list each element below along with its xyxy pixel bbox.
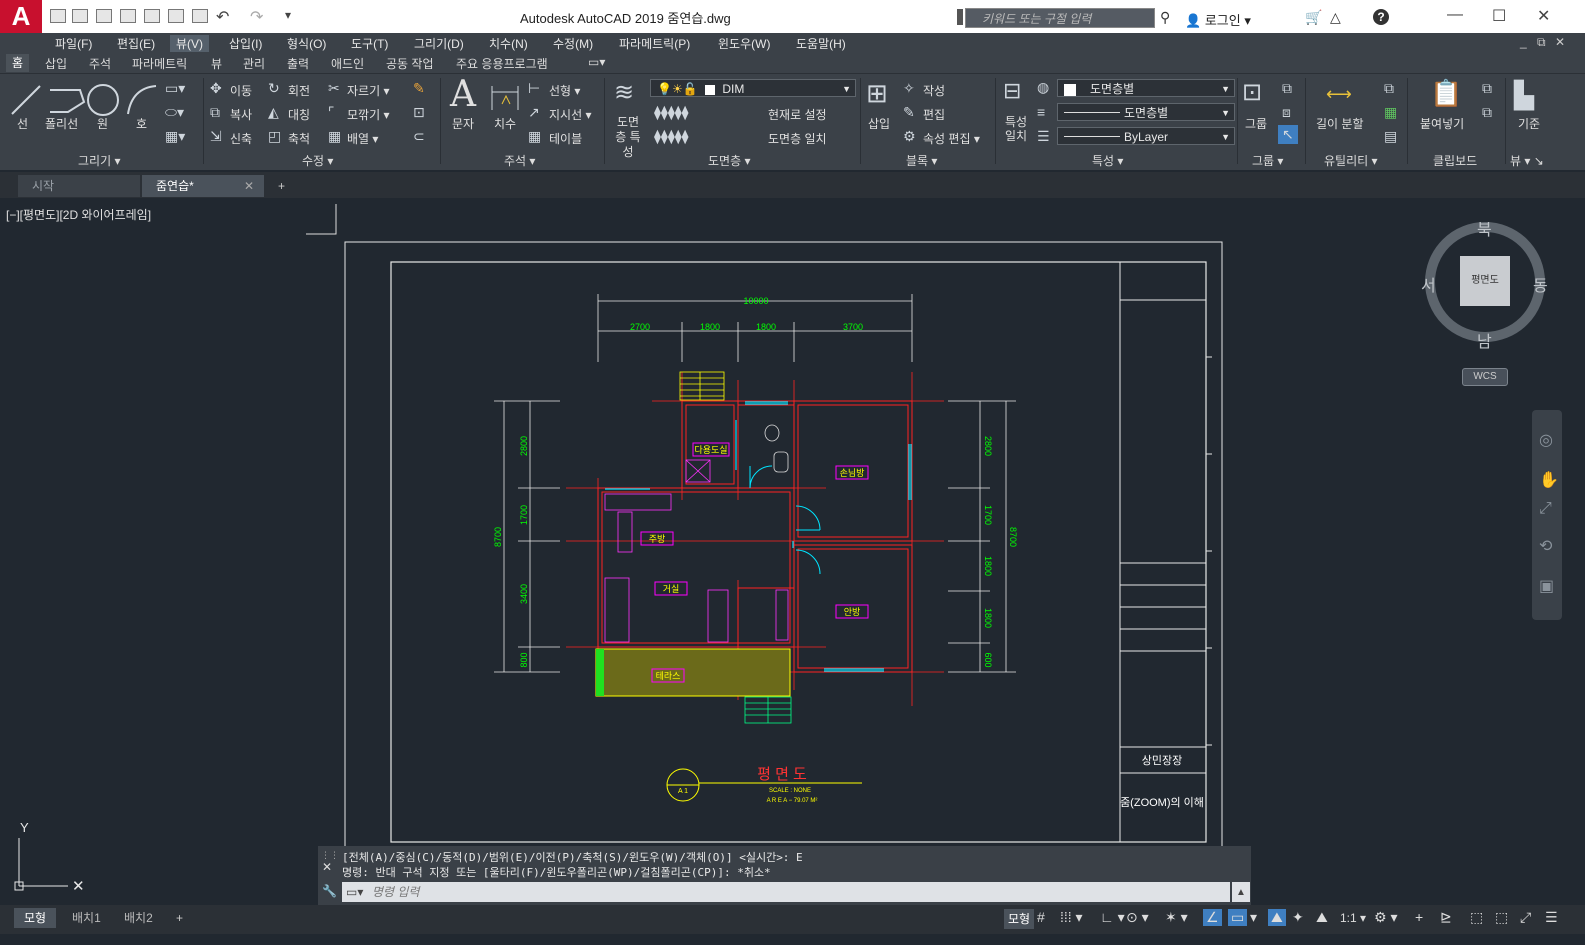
compass-east[interactable]: 동 [1533, 272, 1548, 296]
dim-right: 1700 [983, 505, 993, 525]
room-label: 손님방 [840, 468, 865, 478]
dim-top: 2700 [630, 322, 650, 332]
dim-left: 800 [519, 652, 529, 667]
grid-icon[interactable]: # [1037, 909, 1045, 925]
workspace-gear-icon[interactable]: ⚙ ▾ [1374, 909, 1397, 926]
drawing-title: 평 면 도 [757, 766, 807, 783]
ortho-icon[interactable]: ∟ ▾ [1100, 909, 1125, 926]
dim-top-total: 10000 [743, 296, 768, 306]
command-prompt-icon[interactable]: ▭▾ [346, 882, 363, 902]
layout-tab-2[interactable]: 배치2 [114, 908, 163, 928]
model-space-button[interactable]: 모형 [1004, 909, 1035, 929]
customization-menu-icon[interactable]: ☰ [1545, 909, 1558, 926]
isolate-objects-icon[interactable]: ⬚ [1470, 909, 1483, 926]
layout-tab-model[interactable]: 모형 [14, 908, 57, 928]
room-label: 주방 [649, 534, 666, 544]
orbit-icon[interactable]: ⟲ [1539, 536, 1552, 556]
dim-right-total: 8700 [1008, 527, 1018, 547]
dim-right: 1800 [983, 556, 993, 576]
dim-right: 600 [983, 652, 993, 667]
dim-left: 1700 [519, 505, 529, 525]
status-bar: 모형 배치1 배치2 + 모형 # ⁞⁞⁞ ▾ ∟ ▾ ⊙ ▾ ✶ ▾ ∠ ▭ … [0, 905, 1585, 934]
command-history-line: 명령: 반대 구석 지정 또는 [울타리(F)/윈도우폴리곤(WP)/걸침폴리곤… [342, 866, 771, 879]
title-callout: A 1 [678, 788, 688, 795]
dim-top: 1800 [700, 322, 720, 332]
viewcube-face[interactable]: 평면도 [1460, 256, 1510, 306]
polar-icon[interactable]: ⊙ ▾ [1126, 909, 1149, 926]
room-label: 거실 [663, 584, 680, 594]
isodraft-icon[interactable]: ✶ ▾ [1165, 909, 1188, 926]
terrace-hatch [595, 648, 791, 697]
drawing-area: A R E A − 79.07 M² [767, 798, 818, 804]
navigation-bar: ◎ ✋ ⤢ ⟲ ▣ [1532, 410, 1562, 620]
dim-left: 2800 [519, 436, 529, 456]
annotation-visibility-icon[interactable]: ⛰ [1268, 909, 1286, 926]
annotation-scale-icon[interactable]: ⛰ [1316, 909, 1328, 926]
snap-icon[interactable]: ⁞⁞⁞ ▾ [1060, 909, 1083, 926]
command-close-icon[interactable]: ✕ [322, 860, 332, 874]
floor-plan-drawing: 상민장장 줌(ZOOM)의 이해 10000 2700 1800 1800 37… [14, 204, 1223, 895]
command-history-line: [전체(A)/중심(C)/동적(D)/범위(E)/이전(P)/축척(S)/윈도우… [342, 851, 803, 864]
dim-right: 2800 [983, 436, 993, 456]
compass-west[interactable]: 서 [1421, 272, 1436, 296]
showmotion-icon[interactable]: ▣ [1539, 576, 1554, 596]
steering-wheel-icon[interactable]: ◎ [1539, 430, 1553, 450]
command-customize-icon[interactable]: 🔧 [322, 884, 337, 898]
units-icon[interactable]: ⊵ [1440, 909, 1452, 926]
command-input[interactable]: ▭▾ 명령 입력 [342, 882, 1230, 902]
ucs-x-label: ✕ [72, 878, 85, 895]
auto-scale-icon[interactable]: ✦ [1292, 909, 1304, 926]
compass-south[interactable]: 남 [1477, 328, 1492, 352]
object-snap-icon[interactable]: ▭ [1228, 909, 1248, 926]
clean-screen-icon[interactable]: ⤢ [1520, 909, 1531, 926]
titleblock-company: 상민장장 [1142, 754, 1182, 767]
command-history: [전체(A)/중심(C)/동적(D)/범위(E)/이전(P)/축척(S)/윈도우… [342, 850, 803, 880]
annotation-scale-dropdown[interactable]: 1:1 ▾ [1340, 911, 1366, 925]
annotation-monitor-icon[interactable]: + [1415, 909, 1423, 925]
add-layout-button[interactable]: + [166, 908, 193, 928]
room-label: 다용도실 [694, 445, 727, 455]
object-snap-tracking-icon[interactable]: ∠ [1203, 909, 1222, 926]
drawing-scale: SCALE : NONE [769, 788, 811, 794]
room-label: 테라스 [656, 671, 681, 681]
compass-north[interactable]: 북 [1477, 216, 1492, 240]
hardware-acceleration-icon[interactable]: ⬚ [1495, 909, 1508, 926]
room-labels: 다용도실 손님방 주방 거실 안방 테라스 [640, 442, 869, 683]
dim-left: 3400 [519, 584, 529, 604]
dim-right: 1800 [983, 608, 993, 628]
pan-icon[interactable]: ✋ [1539, 470, 1559, 490]
command-recent-button[interactable]: ▲ [1232, 882, 1250, 902]
ucs-y-label: Y [20, 820, 29, 835]
room-label: 안방 [844, 607, 861, 617]
dim-top: 1800 [756, 322, 776, 332]
osnap-menu-icon[interactable]: ▾ [1250, 909, 1257, 926]
zoom-extents-icon[interactable]: ⤢ [1539, 500, 1552, 518]
dim-top: 3700 [843, 322, 863, 332]
dim-left-total: 8700 [493, 527, 503, 547]
layout-tab-1[interactable]: 배치1 [62, 908, 111, 928]
ucs-icon [14, 838, 68, 891]
titleblock-drawing-name: 줌(ZOOM)의 이해 [1120, 795, 1204, 809]
wcs-menu[interactable]: WCS [1462, 368, 1508, 386]
